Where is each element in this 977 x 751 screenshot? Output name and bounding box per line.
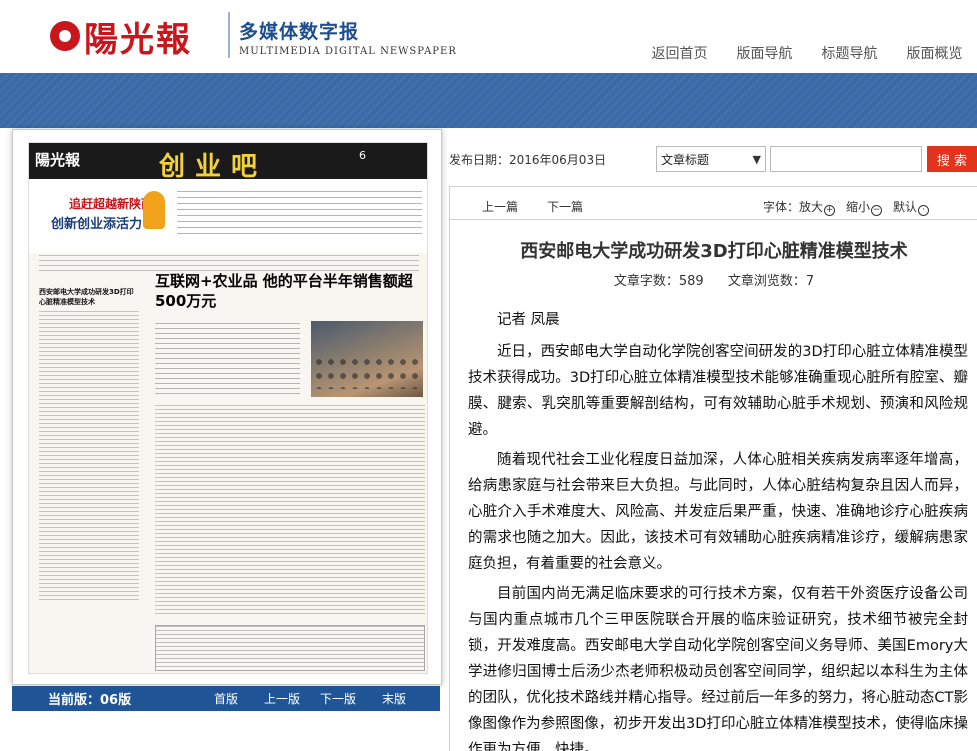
masthead-title: 创业吧 — [159, 152, 268, 182]
promo-banner: 追赶超越新陕西 创新创业添活力 — [29, 179, 427, 253]
pager-last[interactable]: 末版 — [366, 690, 422, 707]
nav-title-navigation[interactable]: 标题导航 — [807, 43, 892, 63]
nav-page-navigation[interactable]: 版面导航 — [722, 43, 807, 63]
nav-home[interactable]: 返回首页 — [637, 43, 722, 63]
brand-divider — [228, 12, 230, 58]
search-field-value: 文章标题 — [661, 152, 710, 167]
publish-date: 发布日期：2016年06月03日 — [449, 153, 607, 167]
site-header: 陽光報 多媒体数字报 MULTIMEDIA DIGITAL NEWSPAPER … — [0, 0, 977, 73]
plus-circle-icon: + — [824, 205, 836, 216]
brand-title: 多媒体数字报 — [239, 21, 360, 43]
next-article-link[interactable]: 下一篇 — [547, 198, 583, 215]
header-band — [0, 73, 977, 128]
promo-line-1: 追赶超越新陕西 — [69, 197, 154, 211]
font-bigger-label: 放大 — [799, 200, 824, 214]
font-smaller-button[interactable]: 缩小 − — [846, 198, 883, 216]
prev-article-link[interactable]: 上一篇 — [482, 198, 518, 215]
reset-circle-icon: · — [918, 205, 930, 216]
masthead-logo: 陽光報 — [35, 151, 81, 169]
page-article-title-hotspot[interactable]: 西安邮电大学成功研发3D打印心脏精准模型技术 — [39, 287, 139, 307]
pager-next[interactable]: 下一版 — [310, 690, 366, 707]
minus-circle-icon: − — [871, 205, 883, 216]
brand-subtitle: MULTIMEDIA DIGITAL NEWSPAPER — [239, 46, 457, 57]
article-panel: 上一篇 下一篇 字体： 放大 + 缩小 − 默认 · 西安邮电大学成功研发3D打印心脏… — [449, 186, 977, 751]
pager-prev[interactable]: 上一版 — [254, 690, 310, 707]
boxed-article-text[interactable] — [155, 625, 425, 671]
promo-text-block — [177, 191, 422, 237]
article-title: 西安邮电大学成功研发3D打印心脏精准模型技术 — [520, 241, 908, 262]
promo-line-2: 创新创业添活力 — [51, 217, 143, 232]
article-paragraph: 随着现代社会工业化程度日益加深，人体心脏相关疾病发病率逐年增高，给病患家庭与社会… — [468, 452, 968, 572]
word-count: 文章字数：589 — [613, 274, 704, 289]
search-input[interactable] — [770, 146, 922, 172]
font-smaller-label: 缩小 — [846, 200, 871, 214]
logo-text: 陽光報 — [84, 19, 192, 60]
font-size-label: 字体： — [763, 200, 800, 214]
page-headline-hotspot[interactable]: 互联网+农业品 他的平台半年销售额超500万元 — [155, 271, 425, 311]
article-byline: 记者 凤晨 — [497, 312, 560, 328]
font-bigger-button[interactable]: 放大 + — [799, 198, 836, 216]
pager-first[interactable]: 首版 — [198, 690, 254, 707]
middle-article-text[interactable] — [155, 405, 425, 615]
sun-logo-icon — [50, 21, 80, 51]
chevron-down-icon: ▼ — [752, 153, 761, 166]
article-meta: 文章字数：589 文章浏览数：7 — [450, 270, 977, 289]
promo-figure-illustration — [143, 191, 165, 229]
group-photo-people — [313, 355, 421, 389]
headline-article-text[interactable] — [155, 323, 300, 395]
left-article-text[interactable] — [39, 311, 139, 601]
font-default-button[interactable]: 默认 · — [893, 198, 930, 216]
font-default-label: 默认 — [893, 200, 918, 214]
article-toolbar: 上一篇 下一篇 字体： 放大 + 缩小 − 默认 · — [450, 187, 977, 220]
page-masthead: 陽光報 创业吧 6 — [29, 143, 427, 182]
search-button[interactable]: 搜 索 — [927, 146, 977, 172]
top-nav: 返回首页 版面导航 标题导航 版面概览 — [637, 43, 977, 63]
article-body: 记者 凤晨 近日，西安邮电大学自动化学院创客空间研发的3D打印心脏立体精准模型技… — [468, 307, 968, 751]
current-page-label: 当前版：06版 — [48, 693, 132, 708]
site-logo[interactable]: 陽光報 — [50, 10, 192, 62]
masthead-page-number: 6 — [359, 149, 366, 162]
article-paragraph: 目前国内尚无满足临床要求的可行技术方案，仅有若干外资医疗设备公司与国内重点城市几… — [468, 586, 968, 751]
article-paragraph: 近日，西安邮电大学自动化学院创客空间研发的3D打印心脏立体精准模型技术获得成功。… — [468, 344, 968, 438]
search-field-select[interactable]: 文章标题 ▼ — [656, 146, 766, 172]
page-pager: 当前版：06版 首版 上一版 下一版 末版 — [12, 686, 440, 711]
view-count: 文章浏览数：7 — [727, 274, 815, 289]
nav-page-overview[interactable]: 版面概览 — [892, 43, 977, 63]
newspaper-page-frame: 陽光報 创业吧 6 追赶超越新陕西 创新创业添活力 西安邮电大学成功研发3D打印… — [12, 129, 442, 685]
newspaper-page-image[interactable]: 陽光報 创业吧 6 追赶超越新陕西 创新创业添活力 西安邮电大学成功研发3D打印… — [28, 142, 428, 674]
